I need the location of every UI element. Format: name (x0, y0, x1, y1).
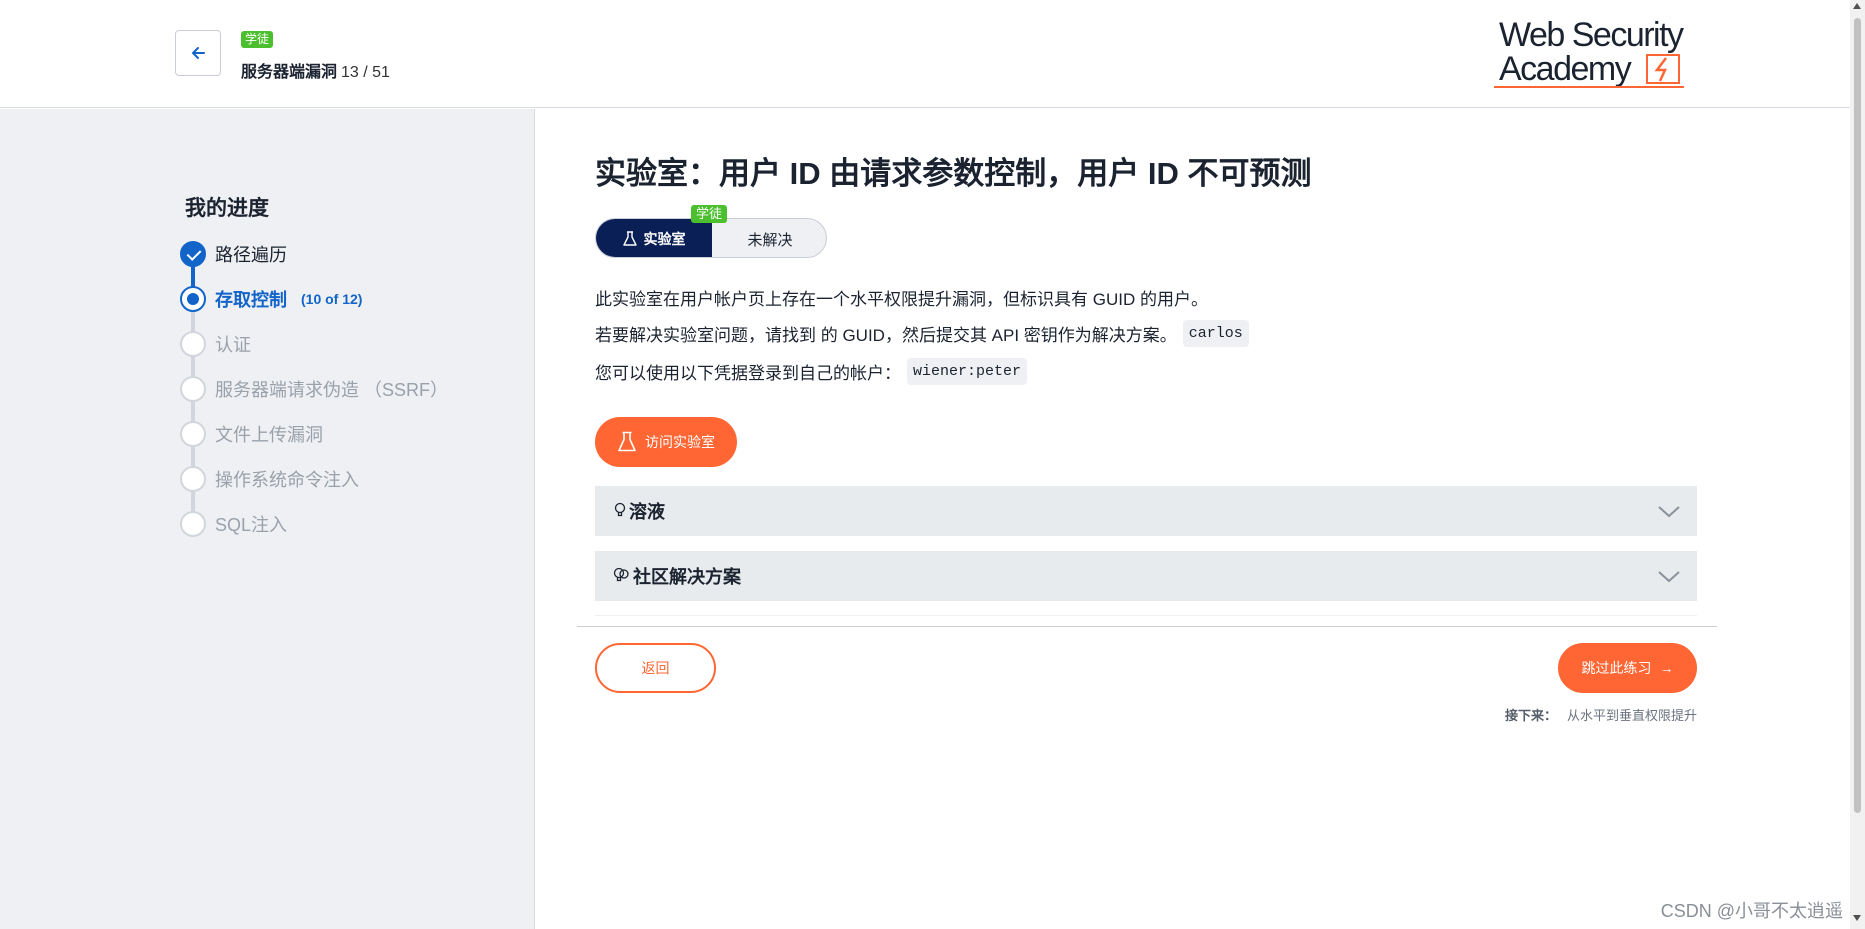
logo-line2: Academy (1499, 50, 1632, 88)
progress-step-os-command-injection[interactable]: 操作系统命令注入 (180, 466, 359, 492)
step-progress: (10 of 12) (301, 291, 363, 307)
vertical-scrollbar[interactable] (1850, 0, 1865, 929)
web-security-academy-logo[interactable]: Web Security Academy (1494, 16, 1704, 90)
step-label: SQL注入 (215, 515, 288, 535)
step-label: 路径遍历 (215, 245, 287, 265)
current-step-icon (180, 286, 206, 312)
lightbulbs-icon (613, 567, 629, 582)
progress-step-access-control[interactable]: 存取控制 (10 of 12) (180, 286, 362, 312)
lab-label-text: 实验室 (643, 231, 686, 247)
divider (595, 615, 1697, 616)
back-button[interactable] (175, 30, 221, 76)
lightning-icon (1646, 54, 1680, 84)
skip-exercise-label: 跳过此练习 (1581, 660, 1652, 676)
description-text: 此实验室在用户帐户页上存在一个水平权限提升漏洞，但标识具有 GUID 的用户。 (595, 290, 1208, 309)
scroll-down-arrow-icon[interactable] (1853, 915, 1861, 921)
code-credentials: wiener:peter (907, 358, 1028, 385)
community-solutions-label: 社区解决方案 (633, 567, 741, 587)
logo-line1: Web Security (1499, 16, 1684, 54)
step-label: 认证 (215, 335, 251, 355)
next-exercise[interactable]: 接下来： 从水平到垂直权限提升 (1505, 705, 1697, 724)
arrow-right-icon: → (1659, 660, 1674, 676)
lab-label: 实验室 (596, 219, 712, 257)
step-label: 文件上传漏洞 (215, 425, 323, 445)
solution-accordion[interactable]: 溶液 (595, 486, 1697, 536)
scroll-thumb[interactable] (1854, 18, 1861, 813)
next-label: 接下来： (1504, 708, 1557, 723)
next-title: 从水平到垂直权限提升 (1566, 708, 1697, 723)
solution-label: 溶液 (629, 502, 665, 522)
progress-sidebar: 我的进度 路径遍历 存取控制 (10 of 12) 认证 服务器端请求伪造 （S… (0, 109, 535, 929)
top-header: 学徒 服务器端漏洞 13 / 51 Web Security Academy (0, 0, 1850, 108)
description-line-3: 您可以使用以下凭据登录到自己的帐户： wiener:peter (595, 358, 1028, 385)
lightbulb-icon (614, 502, 626, 517)
code-username: carlos (1182, 320, 1249, 347)
description-line-2: 若要解决实验室问题，请找到 的 GUID，然后提交其 API 密钥作为解决方案。… (595, 320, 1249, 347)
empty-circle-icon (180, 331, 206, 357)
access-lab-button[interactable]: 访问实验室 (595, 417, 737, 467)
flask-icon (618, 431, 636, 452)
empty-circle-icon (180, 466, 206, 492)
description-text: 您可以使用以下凭据登录到自己的帐户： (595, 364, 901, 383)
empty-circle-icon (180, 421, 206, 447)
empty-circle-icon (180, 376, 206, 402)
step-label: 存取控制 (215, 290, 287, 310)
chevron-down-icon (1658, 571, 1680, 583)
step-label: 服务器端请求伪造 （SSRF） (215, 380, 449, 400)
watermark: CSDN @小哥不太逍遥 (1660, 901, 1843, 921)
divider (577, 626, 1717, 627)
progress-step-ssrf[interactable]: 服务器端请求伪造 （SSRF） (180, 376, 448, 402)
check-circle-icon (180, 241, 206, 267)
logo-underline (1494, 86, 1684, 88)
progress-step-path-traversal[interactable]: 路径遍历 (180, 241, 287, 267)
step-label: 操作系统命令注入 (215, 470, 359, 490)
description-text: 若要解决实验室问题，请找到 的 GUID，然后提交其 API 密钥作为解决方案。 (595, 326, 1177, 345)
progress-title: 我的进度 (185, 197, 269, 220)
description-line-1: 此实验室在用户帐户页上存在一个水平权限提升漏洞，但标识具有 GUID 的用户。 (595, 285, 1208, 310)
level-badge: 学徒 (691, 205, 728, 223)
progress-step-file-upload[interactable]: 文件上传漏洞 (180, 421, 323, 447)
lab-status: 未解决 (747, 231, 793, 249)
chevron-down-icon (1658, 506, 1680, 518)
progress-step-sql-injection[interactable]: SQL注入 (180, 511, 287, 537)
community-solutions-accordion[interactable]: 社区解决方案 (595, 551, 1697, 601)
access-lab-label: 访问实验室 (645, 434, 715, 450)
lab-status-pill: 实验室 未解决 (595, 218, 827, 258)
progress-step-authentication[interactable]: 认证 (180, 331, 251, 357)
page-title: 实验室：用户 ID 由请求参数控制，用户 ID 不可预测 (595, 156, 1312, 191)
level-badge: 学徒 (241, 31, 274, 48)
return-button[interactable]: 返回 (595, 643, 716, 693)
arrow-left-icon (192, 47, 205, 59)
flask-icon (622, 231, 637, 246)
topic-name: 服务器端漏洞 (241, 64, 338, 81)
empty-circle-icon (180, 511, 206, 537)
topic-count: 13 / 51 (341, 64, 390, 81)
topic-title: 服务器端漏洞 13 / 51 (241, 58, 390, 82)
scroll-up-arrow-icon[interactable] (1853, 3, 1861, 9)
skip-exercise-button[interactable]: 跳过此练习 → (1558, 643, 1697, 693)
